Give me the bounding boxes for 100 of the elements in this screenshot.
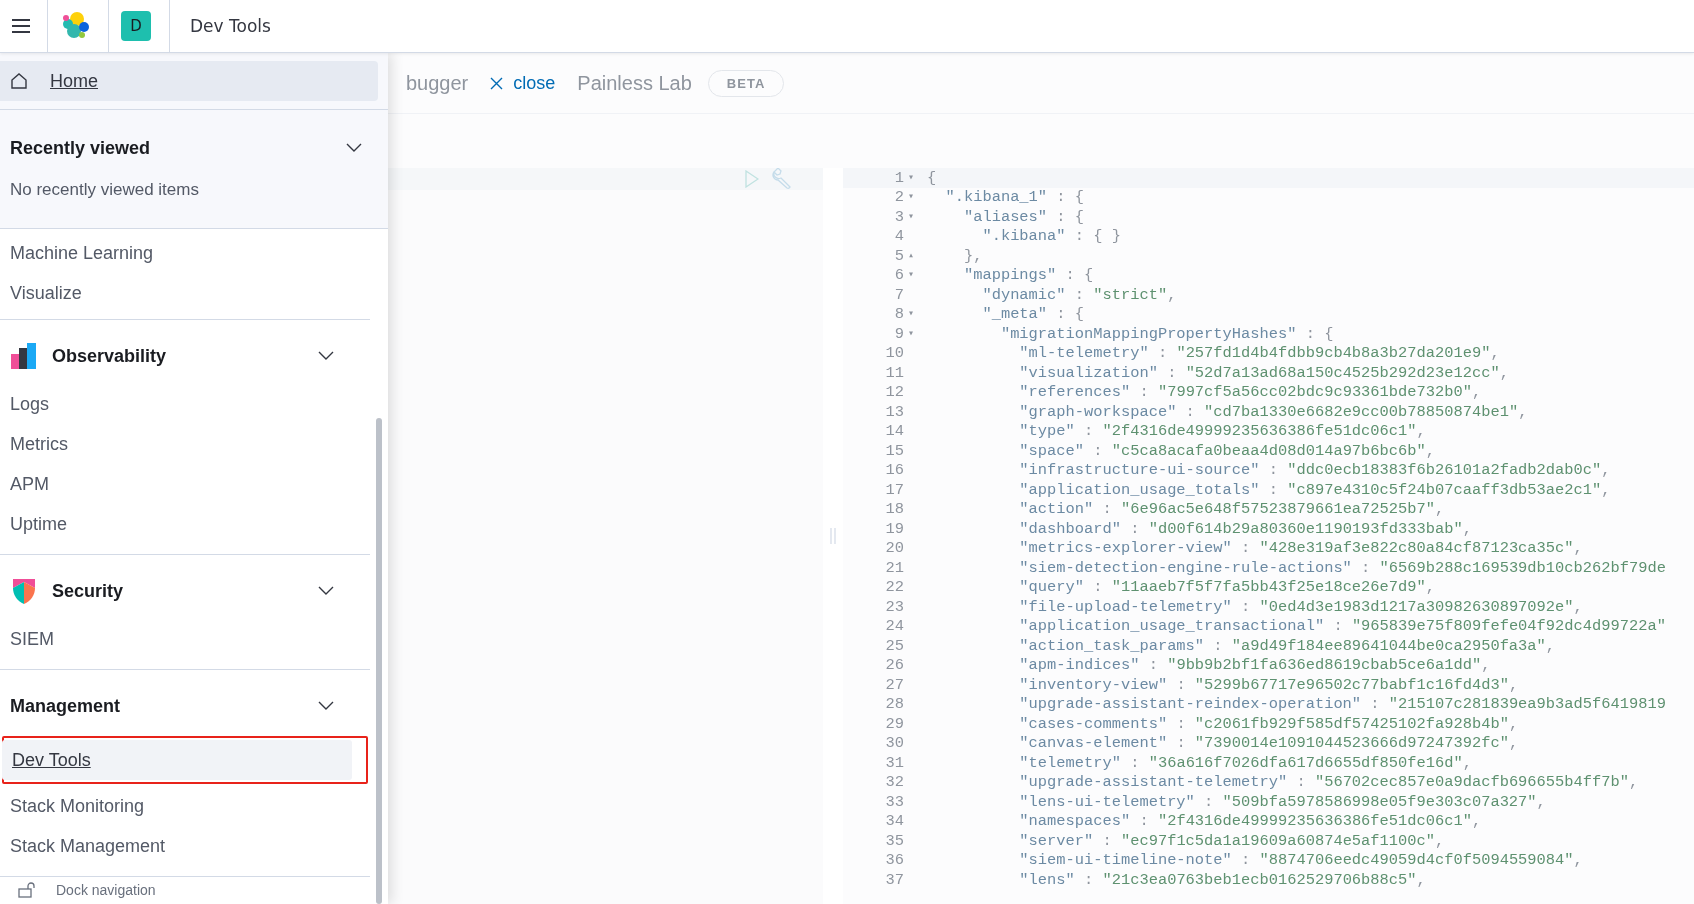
line-number: 32 <box>885 773 904 792</box>
line-number: 21 <box>885 558 904 577</box>
code-line: "inventory-view" : "5299b67717e96502c77babf1c16fd4d3", <box>1018 675 1519 694</box>
line-number: 14 <box>885 422 904 441</box>
line-number: 26 <box>885 656 904 675</box>
code-line: "namespaces" : "2f4316de49999235636386fe51dc06c1", <box>1018 812 1482 831</box>
code-line: "lens" : "21c3ea0763beb1ecb0162529706b88c5", <box>1018 870 1426 889</box>
code-line: "dynamic" : "strict", <box>981 285 1177 304</box>
chevron-icon[interactable] <box>346 143 362 153</box>
line-number: 4 <box>894 227 904 246</box>
nav-link[interactable]: APM <box>0 464 352 504</box>
nav-link[interactable]: Metrics <box>0 424 352 464</box>
code-line: "references" : "7997cf5a56cc02bdc9c93361bde732b0", <box>1018 383 1482 402</box>
menu-icon[interactable] <box>10 18 31 34</box>
line-number: 27 <box>885 675 904 694</box>
nav-link[interactable]: Visualize <box>0 273 352 313</box>
line-number: 36 <box>885 851 904 870</box>
line-number: 13 <box>885 402 904 421</box>
line-number: 33 <box>885 792 904 811</box>
line-number: 7 <box>894 285 904 304</box>
line-number: 23 <box>885 597 904 616</box>
code-line: "lens-ui-telemetry" : "509bfa5978586998e05f9e303c07a327", <box>1018 792 1546 811</box>
code-line: "server" : "ec97f1c5da1a19609a60874e5af1100c", <box>1018 831 1445 850</box>
nav-link[interactable]: Uptime <box>0 504 352 544</box>
nav-link[interactable]: Dev Tools <box>2 740 352 780</box>
nav-link[interactable]: Stack Management <box>0 826 352 866</box>
code-line: "visualization" : "52d7a13ad68a150c4525b292d23e12cc", <box>1018 363 1509 382</box>
line-number: 1 <box>894 168 904 187</box>
code-line: "query" : "11aaeb7f5f7fa5bb43f25e18ce26e7d9", <box>1018 578 1435 597</box>
line-number: 31 <box>885 753 904 772</box>
logo-icon[interactable] <box>60 11 90 41</box>
nav-link[interactable]: Stack Monitoring <box>0 786 352 826</box>
line-number: 20 <box>885 539 904 558</box>
code-line: "telemetry" : "36a616f7026dfa617d6655df850fe16d", <box>1018 753 1472 772</box>
code-line: "_meta" : { <box>981 305 1085 324</box>
breadcrumb: Dev Tools <box>190 16 271 36</box>
line-number: 9 <box>894 324 904 343</box>
line-number: 12 <box>885 383 904 402</box>
line-number: 15 <box>885 441 904 460</box>
chevron-icon[interactable] <box>318 586 334 596</box>
code-line: "siem-detection-engine-rule-actions" : "6569b288c169539db10cb262bf79de <box>1018 558 1666 577</box>
nav-link[interactable]: SIEM <box>0 619 352 659</box>
line-number: 37 <box>885 870 904 889</box>
chevron-icon[interactable] <box>318 701 334 711</box>
line-number: 6 <box>894 266 904 285</box>
code-line: "ml-telemetry" : "257fd1d4b4fdbb9cb4b8a3b27da201e9", <box>1018 344 1500 363</box>
nav-link[interactable]: Machine Learning <box>0 233 352 273</box>
line-number: 18 <box>885 500 904 519</box>
section-title: Management <box>10 695 122 717</box>
code-line: "application_usage_totals" : "c897e4310c5f24b07caaff3db53ae2c1", <box>1018 480 1611 499</box>
line-number: 35 <box>885 831 904 850</box>
line-number: 11 <box>885 363 904 382</box>
code-line: "space" : "c5ca8acafa0beaa4d08d014a97b6bc6b", <box>1018 441 1435 460</box>
code-line: "mappings" : { <box>962 266 1094 285</box>
code-line: "canvas-element" : "7390014e1091044523666d97247392fc", <box>1018 734 1519 753</box>
space-avatar[interactable]: D <box>121 11 151 41</box>
chevron-icon[interactable] <box>318 351 334 361</box>
resize-handle-icon[interactable] <box>830 528 836 544</box>
line-number: 22 <box>885 578 904 597</box>
code-line: "action" : "6e96ac5e648f57523879661ea72525b7", <box>1018 500 1445 519</box>
dock-navigation-link[interactable]: Dock navigation <box>56 882 156 898</box>
line-number: 28 <box>885 695 904 714</box>
code-line: "migrationMappingPropertyHashes" : { <box>999 324 1334 343</box>
line-number: 16 <box>885 461 904 480</box>
code-line: "dashboard" : "d00f614b29a80360e1190193fd333bab", <box>1018 519 1472 538</box>
line-number: 19 <box>885 519 904 538</box>
empty-message: No recently viewed items <box>9 179 200 201</box>
line-number: 3 <box>894 207 904 226</box>
code-line: "metrics-explorer-view" : "428e319af3e822c80a84cf87123ca35c", <box>1018 539 1583 558</box>
bar-chart-icon <box>10 342 38 370</box>
code-line: ".kibana_1" : { <box>944 188 1085 207</box>
code-line: "action_task_params" : "a9d49f184ee89641044be0ca2950fa3a", <box>1018 636 1556 655</box>
line-number: 34 <box>885 812 904 831</box>
line-number: 5 <box>894 246 904 265</box>
section-title: Security <box>52 580 125 602</box>
code-line: { <box>927 168 937 187</box>
code-line: }, <box>962 246 983 265</box>
line-number: 17 <box>885 480 904 499</box>
line-number: 30 <box>885 734 904 753</box>
code-line: "upgrade-assistant-reindex-operation" : "215107c281839ea9b3ad5f6419819 <box>1018 695 1666 714</box>
code-line: "apm-indices" : "9bb9b2bf1fa636ed8619cbab5ce6a1dd", <box>1018 656 1491 675</box>
code-line: "cases-comments" : "c2061fb929f585df57425102fa928b4b", <box>1018 714 1519 733</box>
code-line: "siem-ui-timeline-note" : "8874706eedc49059d4cf0f5094559084", <box>1018 851 1583 870</box>
code-line: "aliases" : { <box>962 207 1085 226</box>
lock-icon <box>18 882 38 898</box>
home-link[interactable]: Home <box>0 61 378 101</box>
close-button[interactable]: close <box>484 68 562 98</box>
scrollbar[interactable] <box>376 418 382 904</box>
code-line: "file-upload-telemetry" : "0ed4d3e1983d1217a30982630897092e", <box>1018 597 1583 616</box>
code-line: "infrastructure-ui-source" : "ddc0ecb18383f6b26101a2fadb2dab0c", <box>1018 461 1611 480</box>
line-number: 24 <box>885 617 904 636</box>
nav-link[interactable]: Logs <box>0 384 352 424</box>
line-number: 10 <box>885 344 904 363</box>
code-line: "upgrade-assistant-telemetry" : "56702cec857e0a9dacfb696655b4ff7b", <box>1018 773 1639 792</box>
section-title: Observability <box>52 345 168 367</box>
line-number: 29 <box>885 714 904 733</box>
code-line: "application_usage_transactional" : "965839e75f809fefe04f92dc4d99722a" <box>1018 617 1666 636</box>
close-icon <box>490 76 504 90</box>
code-line: "type" : "2f4316de49999235636386fe51dc06c1", <box>1018 422 1426 441</box>
line-number: 2 <box>894 188 904 207</box>
